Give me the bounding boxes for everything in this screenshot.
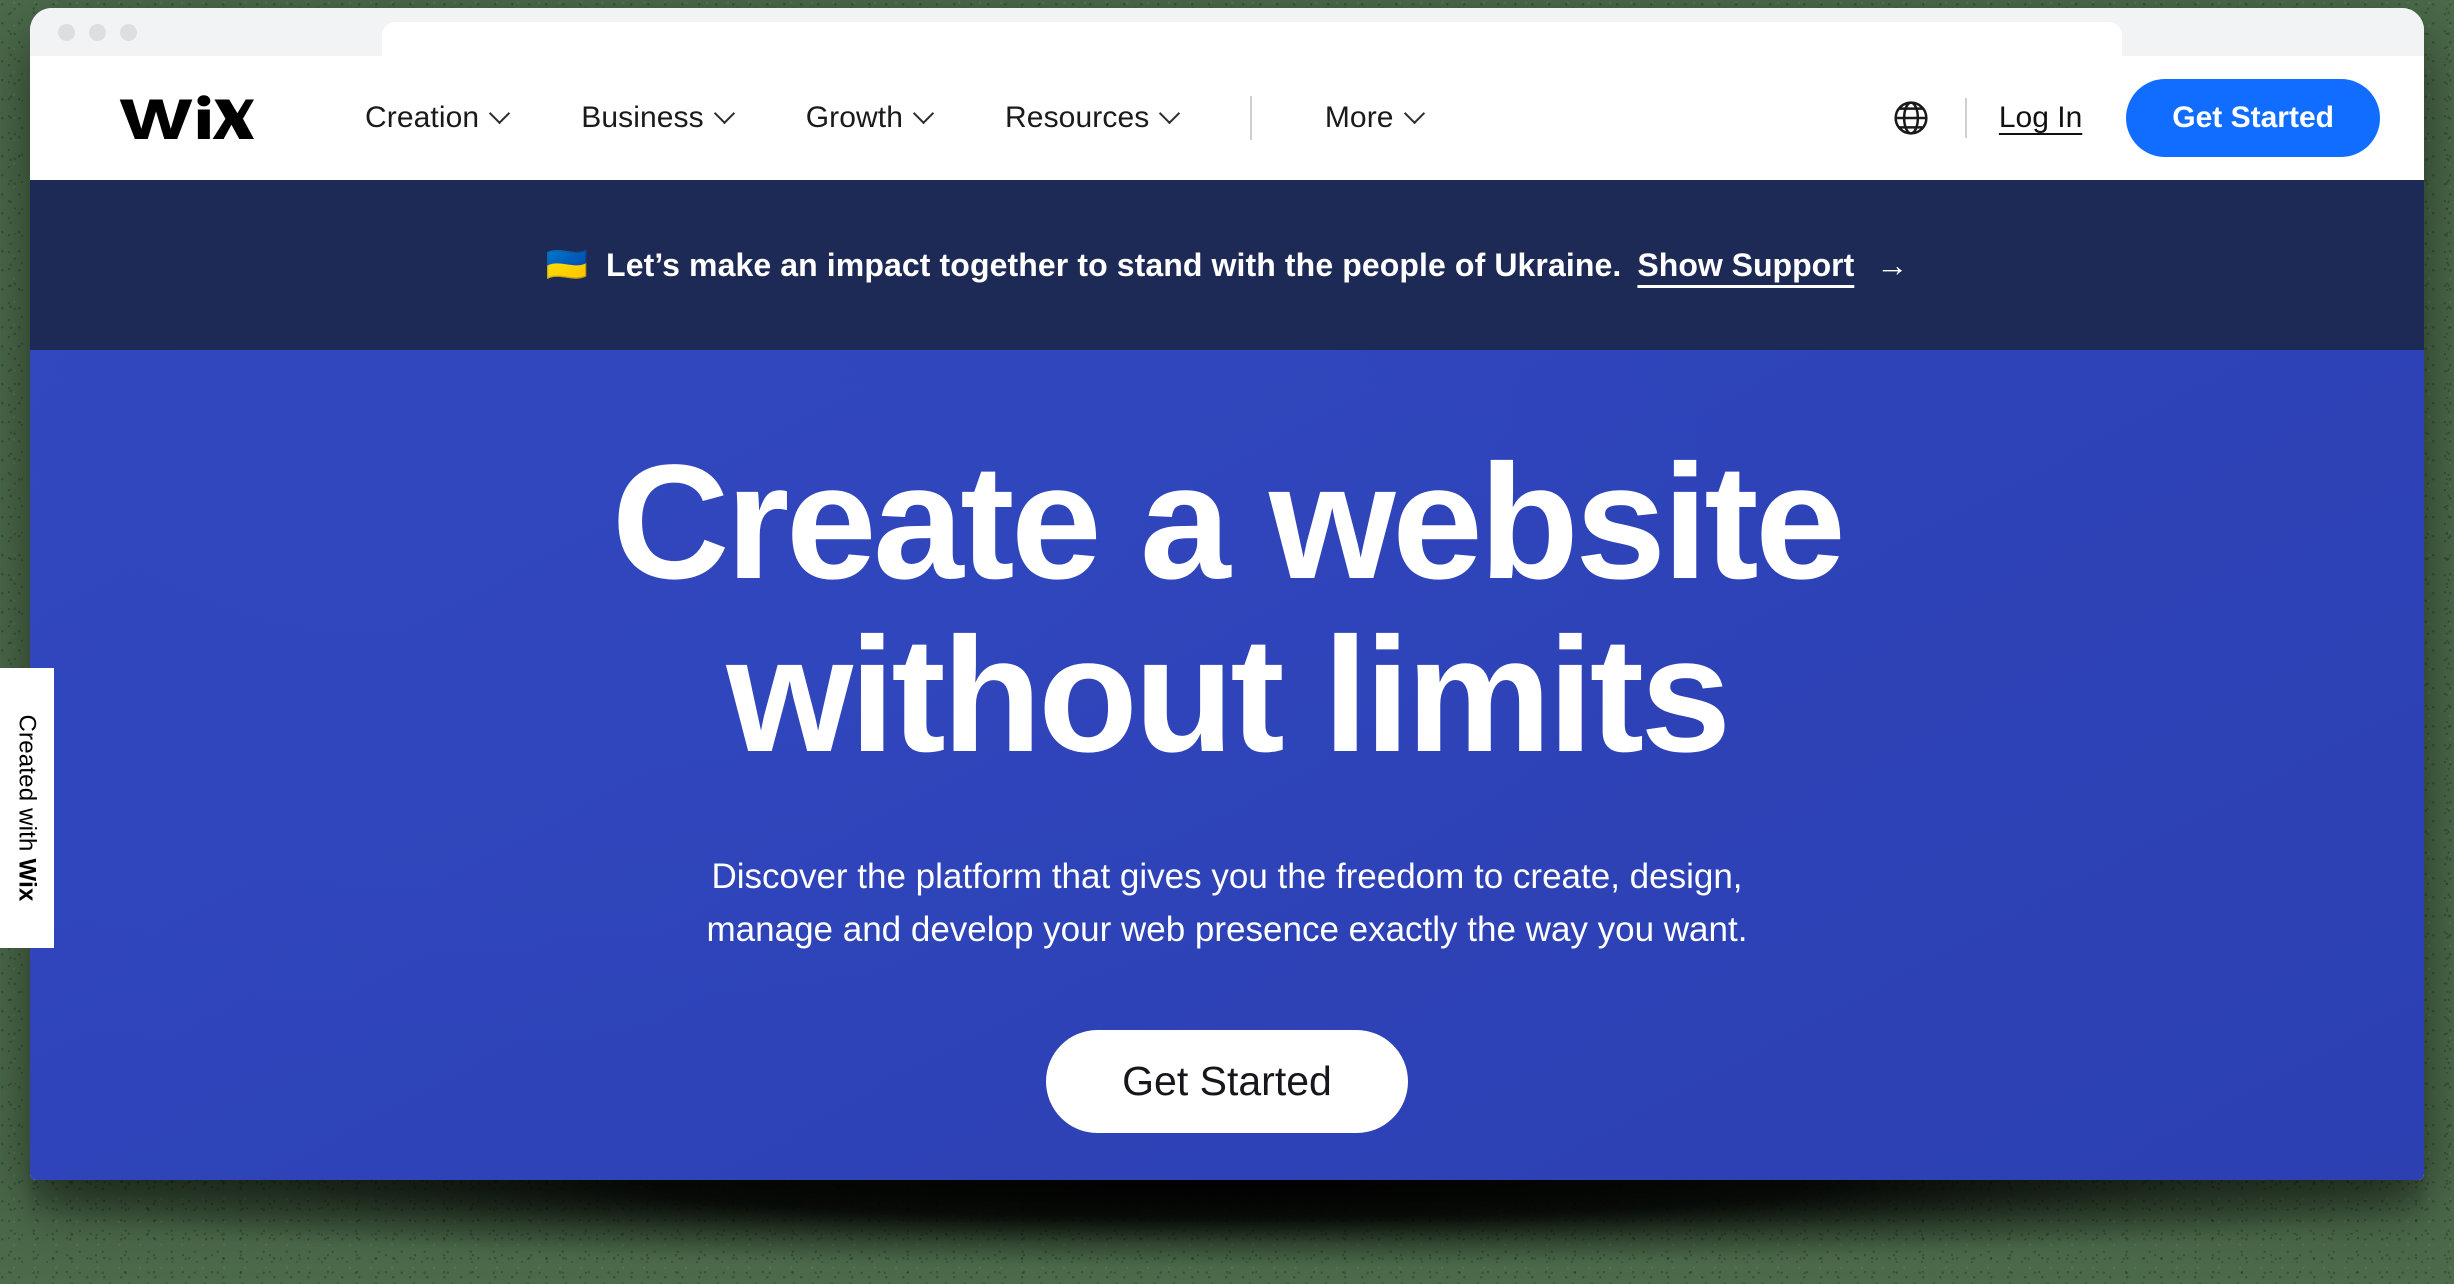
wix-logo[interactable] [116,93,254,144]
show-support-link[interactable]: Show Support [1637,247,1854,284]
login-link[interactable]: Log In [1999,101,2082,135]
get-started-button-nav[interactable]: Get Started [2126,79,2380,157]
hero-subtitle: Discover the platform that gives you the… [707,850,1748,956]
nav-divider [1250,96,1252,140]
nav-item-label: Resources [1005,101,1150,134]
hero-title-line-1: Create a website [611,430,1846,613]
get-started-button-hero[interactable]: Get Started [1046,1029,1408,1133]
hero-section: Create a website without limits Discover… [30,350,2424,1180]
chevron-down-icon [713,102,735,124]
chevron-down-icon [489,102,511,124]
nav-links: Creation Business Growth Resources More [328,96,1459,140]
ukraine-flag-icon: 🇺🇦 [545,246,589,284]
maximize-dot[interactable] [120,24,137,41]
nav-item-label: Business [581,101,704,134]
hero-title: Create a website without limits [612,435,1846,782]
hero-subtitle-line-2: manage and develop your web presence exa… [706,909,1748,949]
traffic-lights [58,24,137,41]
hero-title-line-2: without limits [726,602,1731,786]
banner-message: Let’s make an impact together to stand w… [606,246,1622,283]
badge-prefix: Created with [14,714,41,859]
ukraine-support-banner: 🇺🇦 Let’s make an impact together to stan… [30,180,2424,350]
minimize-dot[interactable] [89,24,106,41]
browser-chrome-bar [30,8,2424,62]
nav-item-growth[interactable]: Growth [769,101,968,135]
globe-icon[interactable] [1891,98,1931,138]
created-with-wix-label: Created with Wix [13,714,41,901]
nav-right-actions: Log In Get Started [1891,79,2380,157]
nav-item-more[interactable]: More [1288,101,1459,135]
chevron-down-icon [1159,102,1181,124]
site-navigation: Creation Business Growth Resources More [30,56,2424,180]
created-with-wix-badge[interactable]: Created with Wix [0,668,54,948]
nav-item-creation[interactable]: Creation [328,101,544,135]
nav-right-divider [1965,98,1967,138]
chevron-down-icon [1403,102,1425,124]
hero-subtitle-line-1: Discover the platform that gives you the… [711,856,1743,896]
nav-item-label: Creation [365,101,480,134]
nav-item-resources[interactable]: Resources [968,101,1214,135]
nav-item-business[interactable]: Business [544,101,769,135]
nav-item-label: Growth [805,101,904,134]
chevron-down-icon [912,102,935,124]
browser-window: Creation Business Growth Resources More [30,8,2424,1180]
arrow-right-icon: → [1876,246,1909,283]
close-dot[interactable] [58,24,75,41]
badge-brand: Wix [14,858,41,902]
nav-item-label: More [1324,101,1394,134]
